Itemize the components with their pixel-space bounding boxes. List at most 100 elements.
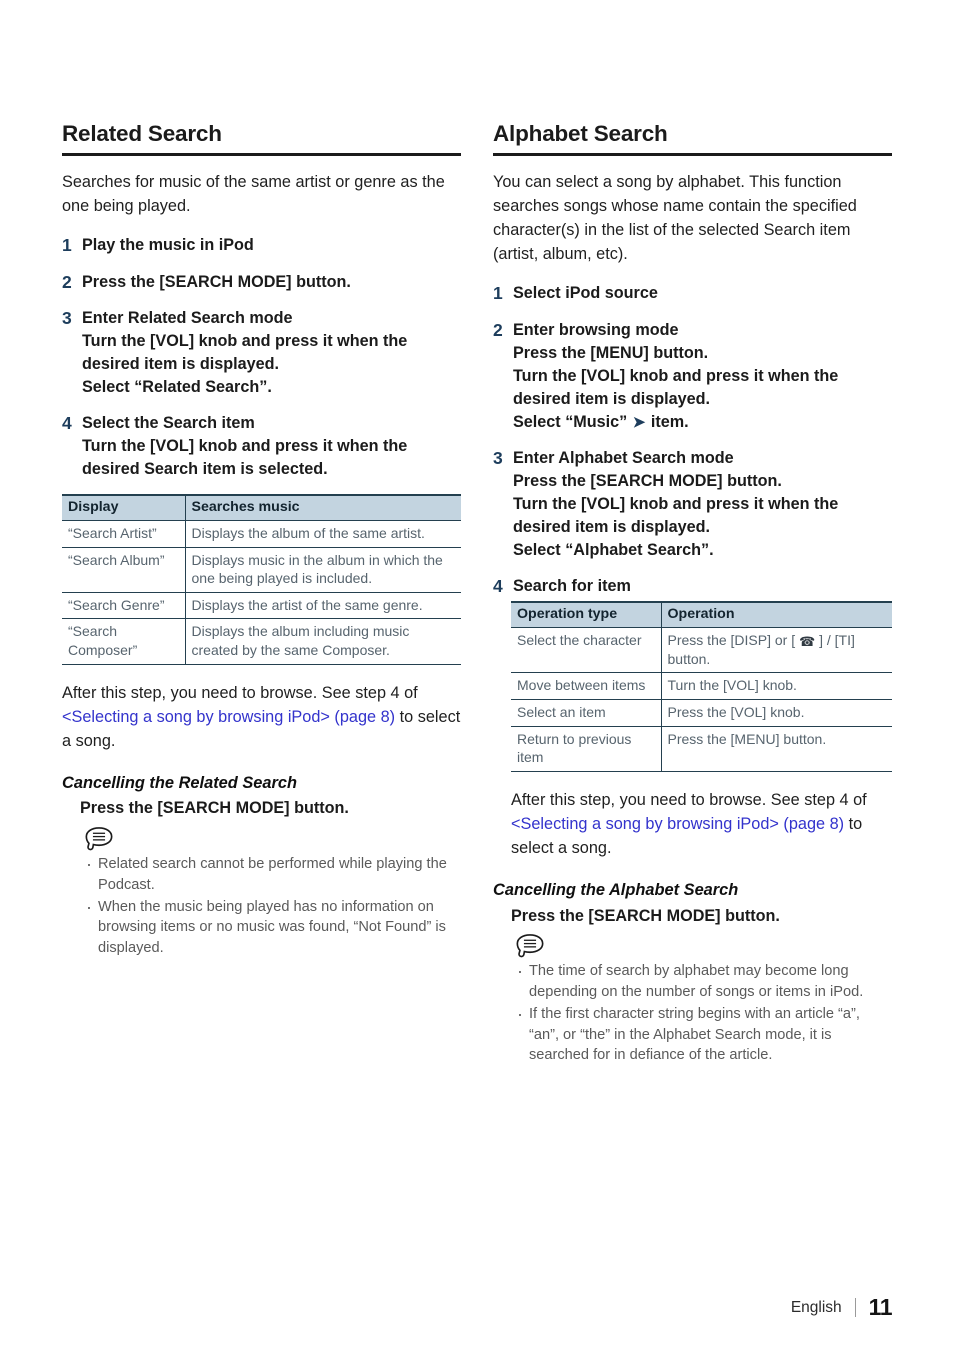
select-music-text-after: item. (646, 412, 689, 431)
step-item: 1 Select iPod source (493, 282, 892, 306)
cell-display: “Search Genre” (62, 592, 185, 620)
step-sub-line: Turn the [VOL] knob and press it when th… (513, 494, 839, 536)
title-rule (62, 152, 461, 156)
table-row: “Search Genre” Displays the artist of th… (62, 592, 461, 620)
after-step-text-before: After this step, you need to browse. See… (511, 790, 867, 809)
step-item: 1 Play the music in iPod (62, 234, 461, 258)
xref-link-selecting-song[interactable]: <Selecting a song by browsing iPod> (pag… (511, 815, 844, 833)
cell-operation: Press the [DISP] or [ ☎ ] / [TI] button. (660, 627, 892, 674)
step-content: Select the Search item Turn the [VOL] kn… (82, 412, 461, 481)
step-lead: Enter browsing mode (513, 320, 679, 339)
cell-display: “Search Album” (62, 547, 185, 593)
after-step-note: After this step, you need to browse. See… (62, 681, 461, 753)
cancel-alphabet-search-instruction: Press the [SEARCH MODE] button. (511, 906, 780, 925)
cell-operation: Press the [VOL] knob. (660, 699, 892, 727)
related-search-intro: Searches for music of the same artist or… (62, 172, 445, 215)
table-header-row: Display Searches music (62, 494, 461, 521)
step-lead: Enter Alphabet Search mode (513, 448, 734, 467)
select-music-text-before: Select “Music” (513, 412, 632, 431)
table-row: Move between items Turn the [VOL] knob. (511, 672, 892, 701)
step-content: Press the [SEARCH MODE] button. (82, 271, 461, 295)
cell-operation: Press the [MENU] button. (660, 726, 892, 772)
step-sub-line: Select “Alphabet Search”. (513, 540, 714, 559)
step-sub-line: Turn the [VOL] knob and press it when th… (513, 366, 839, 408)
step-lead: Select iPod source (513, 284, 658, 303)
step-number: 4 (493, 575, 503, 596)
table-row: “Search Album” Displays music in the alb… (62, 547, 461, 593)
table-row: Return to previous item Press the [MENU]… (511, 726, 892, 772)
step-lead: Press the [SEARCH MODE] button. (82, 272, 351, 291)
step-number: 1 (62, 234, 72, 255)
note-speech-bubble-icon (516, 934, 544, 958)
page-title-related-search: Related Search (62, 121, 222, 146)
step-sub-line: Turn the [VOL] knob and press it when th… (82, 437, 408, 479)
note-item: When the music being played has no infor… (84, 896, 461, 959)
cell-description: Displays the album including music creat… (184, 618, 461, 665)
step-content: Search for item (513, 575, 892, 599)
step-number: 3 (62, 308, 72, 329)
step-content: Enter browsing mode Press the [MENU] but… (513, 319, 892, 434)
footer-separator (854, 1298, 856, 1317)
column-header-display: Display (62, 494, 185, 521)
step-item: 2 Press the [SEARCH MODE] button. (62, 271, 461, 295)
related-search-notes: Related search cannot be performed while… (62, 853, 461, 959)
cell-operation-type: Move between items (511, 672, 661, 701)
manual-page: Related Search Searches for music of the… (0, 0, 954, 1354)
note-item: If the first character string begins wit… (515, 1003, 892, 1066)
step-lead: Select the Search item (82, 414, 255, 433)
column-header-searches-music: Searches music (184, 494, 461, 521)
step-content: Play the music in iPod (82, 234, 461, 258)
step-lead: Play the music in iPod (82, 235, 254, 254)
cell-display: “Search Composer” (62, 618, 185, 665)
note-item: The time of search by alphabet may becom… (515, 960, 892, 1002)
table-row: Select the character Press the [DISP] or… (511, 627, 892, 674)
right-column: Alphabet Search You can select a song by… (493, 121, 892, 1067)
step-lead: Search for item (513, 576, 631, 595)
table-header-row: Operation type Operation (511, 601, 892, 629)
cell-description: Displays the album of the same artist. (184, 520, 461, 548)
table-row: Select an item Press the [VOL] knob. (511, 699, 892, 727)
xref-link-selecting-song[interactable]: <Selecting a song by browsing iPod> (pag… (62, 708, 395, 726)
table-row: “Search Composer” Displays the album inc… (62, 618, 461, 665)
step-item: 3 Enter Related Search mode Turn the [VO… (62, 307, 461, 399)
step-sub-line: Press the [MENU] button. (513, 343, 709, 362)
step-content: Enter Alphabet Search mode Press the [SE… (513, 447, 892, 562)
alphabet-search-intro: You can select a song by alphabet. This … (493, 172, 857, 264)
operation-text-before: Press the [DISP] or [ (667, 632, 799, 649)
cell-operation-type: Return to previous item (511, 726, 661, 772)
step-number: 2 (493, 319, 503, 340)
step-item: 2 Enter browsing mode Press the [MENU] b… (493, 319, 892, 434)
step-item: 4 Select the Search item Turn the [VOL] … (62, 412, 461, 481)
after-step-note: After this step, you need to browse. See… (511, 788, 892, 860)
step-sub-line: Press the [SEARCH MODE] button. (513, 471, 782, 490)
step-item: 3 Enter Alphabet Search mode Press the [… (493, 447, 892, 562)
step-content: Enter Related Search mode Turn the [VOL]… (82, 307, 461, 399)
cell-operation: Turn the [VOL] knob. (660, 672, 892, 701)
cancel-related-search-title: Cancelling the Related Search (62, 773, 298, 792)
left-column: Related Search Searches for music of the… (62, 121, 461, 1067)
title-rule (493, 152, 892, 156)
chevron-right-icon: ➤ (632, 413, 646, 431)
two-column-body: Related Search Searches for music of the… (62, 121, 892, 1067)
alphabet-search-notes: The time of search by alphabet may becom… (493, 960, 892, 1066)
related-search-table: Display Searches music “Search Artist” D… (62, 494, 461, 665)
step-item: 4 Search for item (493, 575, 892, 599)
note-item: Related search cannot be performed while… (84, 853, 461, 895)
cell-display: “Search Artist” (62, 520, 185, 548)
column-header-operation: Operation (660, 601, 892, 629)
step-number: 2 (62, 271, 72, 292)
step-sub-line: Select “Related Search”. (82, 378, 272, 397)
step-sub-line: Turn the [VOL] knob and press it when th… (82, 332, 408, 374)
cell-operation-type: Select the character (511, 627, 661, 674)
column-header-operation-type: Operation type (511, 601, 661, 629)
note-speech-bubble-icon (85, 827, 113, 851)
step-number: 3 (493, 447, 503, 468)
page-title-alphabet-search: Alphabet Search (493, 121, 668, 146)
footer-language: English (790, 1298, 842, 1316)
cancel-alphabet-search-title: Cancelling the Alphabet Search (493, 881, 739, 900)
telephone-handset-icon: ☎ (799, 634, 816, 650)
after-step-text-before: After this step, you need to browse. See… (62, 683, 418, 702)
step-sub-line-with-arrow: Select “Music” ➤ item. (513, 411, 892, 434)
cell-operation-type: Select an item (511, 699, 661, 727)
table-row: “Search Artist” Displays the album of th… (62, 520, 461, 548)
